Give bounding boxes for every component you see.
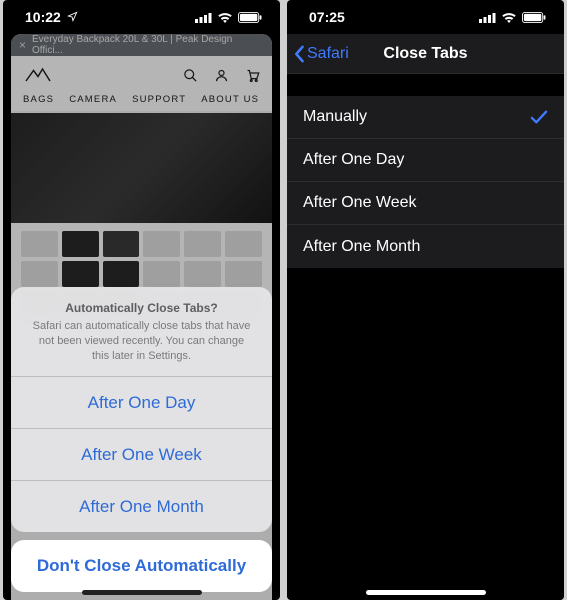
cancel-button[interactable]: Don't Close Automatically [11, 540, 272, 592]
row-label: After One Day [303, 151, 404, 169]
wifi-icon [217, 12, 233, 23]
action-sheet-title: Automatically Close Tabs? [29, 301, 254, 315]
action-sheet: Automatically Close Tabs? Safari can aut… [11, 287, 272, 592]
wifi-icon [501, 12, 517, 23]
home-indicator[interactable] [82, 590, 202, 595]
home-indicator[interactable] [366, 590, 486, 595]
option-after-one-day[interactable]: After One Day [11, 376, 272, 428]
cellular-signal-icon [479, 12, 496, 23]
option-label: After One Month [79, 497, 204, 517]
row-label: After One Month [303, 238, 420, 256]
option-after-one-week[interactable]: After One Week [287, 182, 564, 225]
option-label: After One Week [81, 445, 202, 465]
option-label: After One Day [88, 393, 196, 413]
option-after-one-month[interactable]: After One Month [287, 225, 564, 268]
phone-right: 07:25 Safari Close Tabs Manually [287, 0, 564, 600]
battery-icon [238, 12, 262, 23]
status-bar: 07:25 [287, 0, 564, 34]
settings-list: Manually After One Day After One Week Af… [287, 74, 564, 600]
phone-left: 10:22 × Everyday Backpack 20L & 30L | Pe… [3, 0, 280, 600]
action-sheet-group: Automatically Close Tabs? Safari can aut… [11, 287, 272, 532]
cellular-signal-icon [195, 12, 212, 23]
battery-icon [522, 12, 546, 23]
option-after-one-week[interactable]: After One Week [11, 428, 272, 480]
status-time: 10:22 [25, 9, 61, 25]
checkmark-icon [530, 109, 548, 125]
action-sheet-header: Automatically Close Tabs? Safari can aut… [11, 287, 272, 376]
cancel-label: Don't Close Automatically [37, 556, 246, 576]
location-icon [67, 9, 78, 25]
option-after-one-month[interactable]: After One Month [11, 480, 272, 532]
option-after-one-day[interactable]: After One Day [287, 139, 564, 182]
page-title: Close Tabs [287, 45, 564, 63]
list-group: Manually After One Day After One Week Af… [287, 96, 564, 268]
row-label: After One Week [303, 194, 417, 212]
option-manually[interactable]: Manually [287, 96, 564, 139]
action-sheet-message: Safari can automatically close tabs that… [29, 319, 254, 364]
navigation-bar: Safari Close Tabs [287, 34, 564, 74]
status-bar: 10:22 [3, 0, 280, 34]
row-label: Manually [303, 108, 367, 126]
status-time: 07:25 [309, 9, 345, 25]
